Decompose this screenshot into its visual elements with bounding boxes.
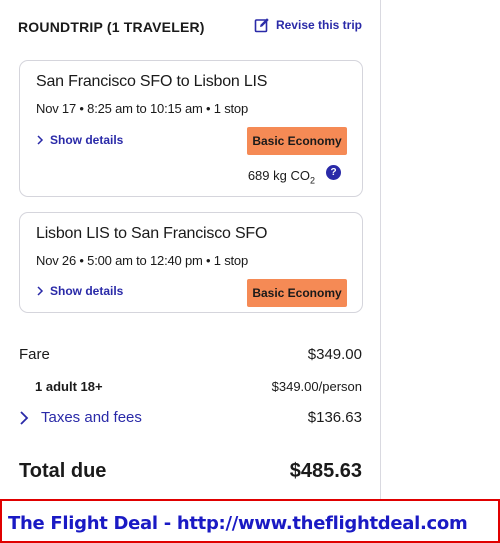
- revise-trip-label: Revise this trip: [275, 18, 362, 32]
- total-row: Total due $485.63: [19, 460, 362, 483]
- trip-summary-panel: ROUNDTRIP (1 TRAVELER) Revise this trip …: [0, 0, 381, 543]
- fare-row: Fare $349.00: [19, 346, 362, 363]
- taxes-toggle[interactable]: Taxes and fees: [19, 409, 142, 426]
- flight-route: San Francisco SFO to Lisbon LIS: [36, 73, 268, 90]
- co2-emissions: 689 kg CO2: [248, 168, 315, 186]
- total-value: $485.63: [289, 460, 362, 482]
- taxes-label: Taxes and fees: [41, 409, 142, 426]
- show-details-label: Show details: [50, 284, 124, 298]
- co2-value: 689 kg CO: [247, 168, 310, 183]
- flight-card-outbound: San Francisco SFO to Lisbon LIS Nov 17 •…: [19, 60, 363, 197]
- show-details-link[interactable]: Show details: [36, 284, 123, 298]
- adult-label: 1 adult 18+: [35, 379, 103, 394]
- show-details-label: Show details: [50, 133, 124, 147]
- total-label: Total due: [19, 460, 107, 482]
- flight-times: Nov 26 • 5:00 am to 12:40 pm • 1 stop: [36, 253, 248, 268]
- chevron-right-icon: [20, 410, 29, 425]
- taxes-row: Taxes and fees $136.63: [19, 409, 362, 426]
- taxes-value: $136.63: [307, 409, 362, 426]
- watermark-banner: The Flight Deal - http://www.theflightde…: [0, 499, 500, 543]
- trip-header: ROUNDTRIP (1 TRAVELER) Revise this trip: [18, 17, 362, 37]
- revise-trip-link[interactable]: Revise this trip: [254, 17, 362, 33]
- chevron-right-icon: [37, 286, 44, 296]
- chevron-right-icon: [37, 135, 44, 145]
- trip-title: ROUNDTRIP (1 TRAVELER): [18, 19, 205, 35]
- fare-class-badge: Basic Economy: [247, 279, 347, 307]
- co2-subscript: 2: [309, 175, 315, 186]
- fare-label: Fare: [19, 346, 50, 363]
- fare-class-badge: Basic Economy: [247, 127, 347, 155]
- flight-card-return: Lisbon LIS to San Francisco SFO Nov 26 •…: [19, 212, 363, 313]
- fare-value: $349.00: [307, 346, 362, 363]
- show-details-link[interactable]: Show details: [36, 133, 123, 147]
- edit-icon: [254, 18, 269, 33]
- adult-value: $349.00/person: [271, 379, 362, 394]
- banner-text: The Flight Deal - http://www.theflightde…: [8, 513, 468, 534]
- flight-times: Nov 17 • 8:25 am to 10:15 am • 1 stop: [36, 101, 248, 116]
- help-icon[interactable]: ?: [326, 165, 341, 180]
- adult-fare-row: 1 adult 18+ $349.00/person: [19, 379, 362, 394]
- flight-route: Lisbon LIS to San Francisco SFO: [36, 225, 268, 242]
